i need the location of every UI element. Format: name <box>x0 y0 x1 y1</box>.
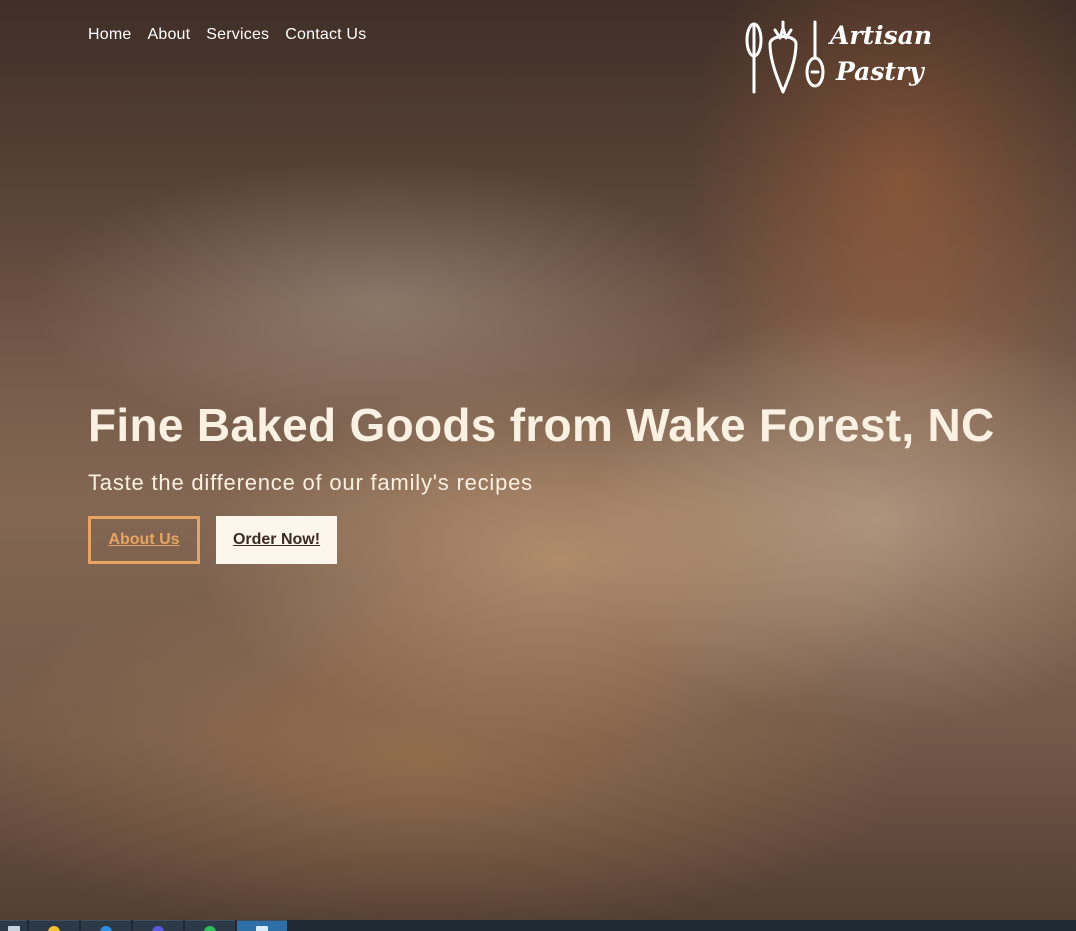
nav-services[interactable]: Services <box>206 26 269 44</box>
chat-icon[interactable] <box>185 920 235 931</box>
hero-subline: Taste the difference of our family's rec… <box>88 470 533 495</box>
logo-wordmark: Artisan Pastry <box>830 18 932 90</box>
artisan-pastry-logo[interactable]: Artisan Pastry <box>742 10 938 98</box>
vscode-icon[interactable] <box>81 920 131 931</box>
order-now-button[interactable]: Order Now! <box>216 516 337 564</box>
nav-about[interactable]: About <box>147 26 190 44</box>
pastry-tools-icon <box>745 20 825 94</box>
about-us-button[interactable]: About Us <box>88 516 200 564</box>
logo-line-2: Pastry <box>836 57 924 86</box>
main-nav: Home About Services Contact Us <box>88 26 366 44</box>
nav-contact-us[interactable]: Contact Us <box>285 26 366 44</box>
taskbar <box>0 920 1076 931</box>
browser-icon[interactable] <box>133 920 183 931</box>
drive-icon[interactable] <box>29 920 79 931</box>
logo-line-1: Artisan <box>830 21 933 50</box>
nav-home[interactable]: Home <box>88 26 131 44</box>
hero-headline: Fine Baked Goods from Wake Forest, NC <box>88 399 995 451</box>
display-icon[interactable] <box>237 920 287 931</box>
window-icon[interactable] <box>0 920 27 931</box>
hero-background <box>0 0 1076 920</box>
